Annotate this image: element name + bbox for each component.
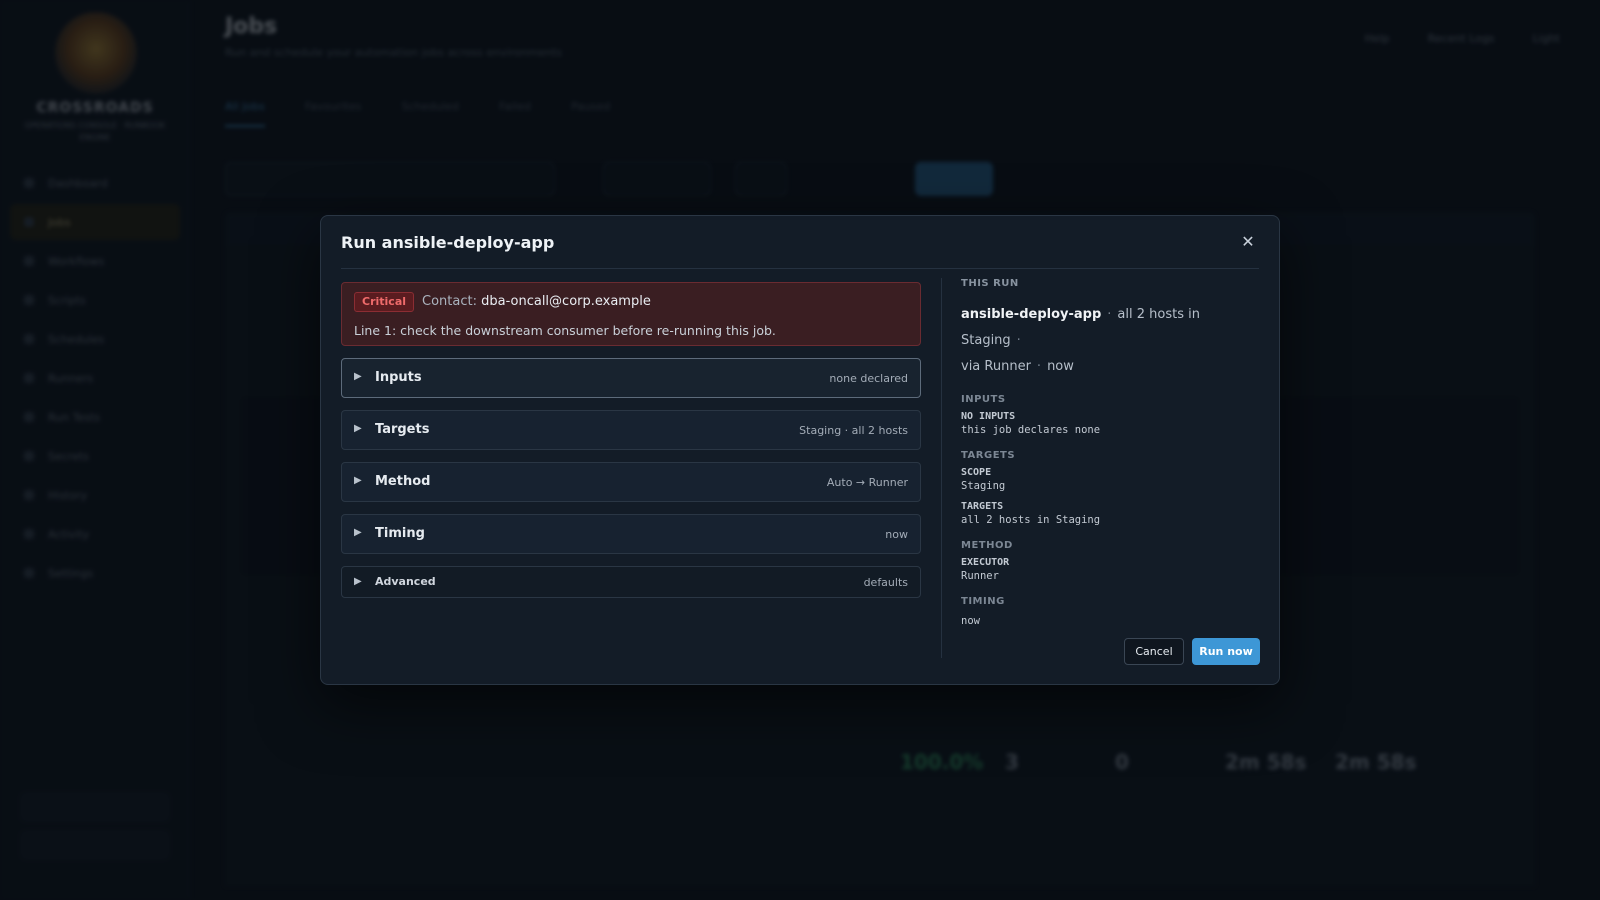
critical-alert: Critical Contact: dba-oncall@corp.exampl…: [341, 282, 921, 346]
summary-via: via Runner: [961, 359, 1031, 374]
cancel-button[interactable]: Cancel: [1124, 638, 1184, 665]
chevron-right-icon: ▶: [354, 527, 362, 538]
modal-header: Run ansible-deploy-app ✕: [341, 216, 1259, 269]
chevron-right-icon: ▶: [354, 423, 362, 434]
section-meta: defaults: [863, 576, 908, 589]
summary-scope-key: SCOPE: [961, 467, 992, 478]
summary-executor-key: EXECUTOR: [961, 557, 1010, 568]
summary-timing-title: TIMING: [961, 596, 1005, 607]
summary-caption: THIS RUN: [961, 278, 1019, 289]
section-meta: now: [885, 528, 908, 541]
summary-timing-value: now: [961, 615, 980, 627]
run-options: Critical Contact: dba-oncall@corp.exampl…: [341, 282, 921, 598]
summary-job-name: ansible-deploy-app: [961, 307, 1102, 322]
summary-targets-value: all 2 hosts in Staging: [961, 514, 1101, 526]
contact-email: dba-oncall@corp.example: [481, 294, 651, 309]
summary-targets-title: TARGETS: [961, 450, 1016, 461]
close-icon[interactable]: ✕: [1239, 233, 1257, 251]
chevron-right-icon: ▶: [354, 576, 362, 587]
summary-when: now: [1047, 359, 1074, 374]
summary-targets-key: TARGETS: [961, 501, 1004, 512]
summary-inputs-key: NO INPUTS: [961, 411, 1016, 422]
modal-title: Run ansible-deploy-app: [341, 233, 555, 252]
summary-executor-value: Runner: [961, 570, 999, 582]
column-divider: [941, 278, 942, 658]
chevron-right-icon: ▶: [354, 371, 362, 382]
section-label: Timing: [375, 526, 425, 541]
section-inputs[interactable]: ▶ Inputs none declared: [341, 358, 921, 398]
section-timing[interactable]: ▶ Timing now: [341, 514, 921, 554]
contact-line: Contact: dba-oncall@corp.example: [422, 294, 651, 309]
section-meta: Staging · all 2 hosts: [799, 424, 908, 437]
summary-inputs-value: this job declares none: [961, 424, 1101, 436]
section-label: Targets: [375, 422, 430, 437]
run-summary: THIS RUN ansible-deploy-app · all 2 hosts …: [961, 278, 1261, 627]
run-now-button[interactable]: Run now: [1192, 638, 1260, 665]
section-label: Method: [375, 474, 431, 489]
chevron-right-icon: ▶: [354, 475, 362, 486]
summary-inputs-title: INPUTS: [961, 394, 1006, 405]
summary-method-title: METHOD: [961, 540, 1013, 551]
section-method[interactable]: ▶ Method Auto → Runner: [341, 462, 921, 502]
section-label: Advanced: [375, 575, 436, 588]
contact-label: Contact:: [422, 294, 477, 309]
run-job-modal: Run ansible-deploy-app ✕ Critical Contac…: [320, 215, 1280, 685]
section-meta: none declared: [829, 372, 908, 385]
section-targets[interactable]: ▶ Targets Staging · all 2 hosts: [341, 410, 921, 450]
critical-badge: Critical: [354, 292, 415, 312]
section-label: Inputs: [375, 370, 422, 385]
section-advanced[interactable]: ▶ Advanced defaults: [341, 566, 921, 598]
section-meta: Auto → Runner: [826, 476, 908, 489]
summary-scope-value: Staging: [961, 480, 1006, 492]
summary-line: ansible-deploy-app · all 2 hosts in Stagin…: [961, 307, 1200, 374]
alert-message: Line 1: check the downstream consumer be…: [354, 323, 776, 338]
